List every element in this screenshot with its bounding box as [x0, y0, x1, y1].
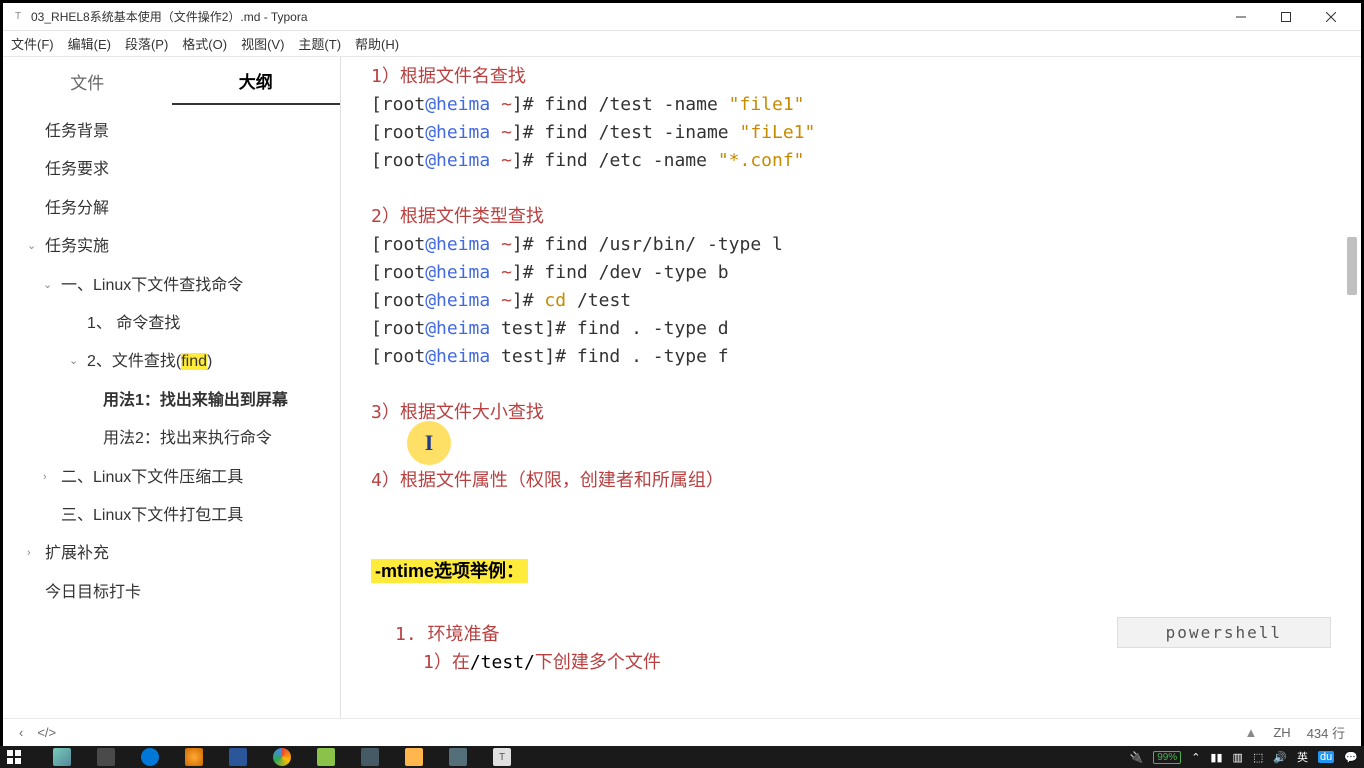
- nav-back-icon[interactable]: ‹: [19, 725, 23, 740]
- tray-icon[interactable]: ▥: [1233, 751, 1243, 764]
- taskbar-app[interactable]: [130, 748, 170, 766]
- titlebar: T 03_RHEL8系统基本使用（文件操作2）.md - Typora: [3, 3, 1361, 31]
- app-icon: T: [11, 10, 25, 24]
- taskbar-app[interactable]: T: [482, 748, 522, 766]
- taskbar: T 🔌 99% ⌃ ▮▮ ▥ ⬚ 🔊 英 du 💬: [0, 746, 1364, 768]
- scrollbar-thumb[interactable]: [1347, 237, 1357, 295]
- outline-item[interactable]: 1、 命令查找: [3, 305, 340, 343]
- tray-volume-icon[interactable]: 🔊: [1273, 751, 1287, 764]
- outline-item[interactable]: 今日目标打卡: [3, 574, 340, 612]
- code-lang-badge[interactable]: powershell: [1117, 617, 1331, 648]
- tab-file[interactable]: 文件: [3, 57, 172, 105]
- outline-item[interactable]: ⌄任务实施: [3, 228, 340, 266]
- code-toggle-icon[interactable]: </>: [37, 725, 56, 740]
- window-title: 03_RHEL8系统基本使用（文件操作2）.md - Typora: [31, 8, 1218, 25]
- taskbar-app[interactable]: [438, 748, 478, 766]
- outline-tree: 任务背景 任务要求 任务分解 ⌄任务实施 ⌄一、Linux下文件查找命令 1、 …: [3, 105, 340, 718]
- menu-file[interactable]: 文件(F): [11, 34, 54, 53]
- chevron-down-icon: ⌄: [27, 239, 36, 254]
- chevron-down-icon: ⌄: [69, 354, 78, 369]
- sidebar: 文件 大纲 任务背景 任务要求 任务分解 ⌄任务实施 ⌄一、Linux下文件查找…: [3, 57, 341, 718]
- taskbar-app[interactable]: [42, 748, 82, 766]
- outline-item[interactable]: 任务分解: [3, 190, 340, 228]
- menu-paragraph[interactable]: 段落(P): [125, 34, 168, 53]
- outline-item[interactable]: ›二、Linux下文件压缩工具: [3, 459, 340, 497]
- close-button[interactable]: [1308, 3, 1353, 31]
- outline-item[interactable]: 三、Linux下文件打包工具: [3, 497, 340, 535]
- outline-item[interactable]: 任务背景: [3, 113, 340, 151]
- taskbar-app[interactable]: [350, 748, 390, 766]
- maximize-button[interactable]: [1263, 3, 1308, 31]
- section-heading: -mtime选项举例：: [371, 559, 528, 583]
- power-icon[interactable]: 🔌: [1129, 751, 1143, 764]
- text-cursor-icon: I: [425, 429, 434, 457]
- tray-icon[interactable]: ⬚: [1253, 751, 1263, 764]
- outline-item[interactable]: 用法2：找出来执行命令: [3, 420, 340, 458]
- menubar: 文件(F) 编辑(E) 段落(P) 格式(O) 视图(V) 主题(T) 帮助(H…: [3, 31, 1361, 57]
- taskbar-app[interactable]: [394, 748, 434, 766]
- outline-item[interactable]: ⌄一、Linux下文件查找命令: [3, 267, 340, 305]
- battery-status[interactable]: 99%: [1153, 751, 1181, 764]
- outline-item[interactable]: 任务要求: [3, 151, 340, 189]
- chevron-right-icon: ›: [27, 546, 31, 561]
- tray-notifications-icon[interactable]: 💬: [1344, 751, 1358, 764]
- statusbar: ‹ </> ▲ ZH 434 行: [3, 718, 1361, 746]
- cursor-highlight: I: [407, 421, 451, 465]
- start-button[interactable]: [6, 749, 22, 765]
- taskbar-app[interactable]: [306, 748, 346, 766]
- menu-format[interactable]: 格式(O): [182, 34, 227, 53]
- menu-theme[interactable]: 主题(T): [298, 34, 341, 53]
- editor-content[interactable]: 1）根据文件名查找 [root@heima ~]# find /test -na…: [341, 57, 1361, 718]
- window-controls: [1218, 3, 1353, 31]
- status-lang: ZH: [1273, 725, 1290, 740]
- outline-item[interactable]: ›扩展补充: [3, 535, 340, 573]
- outline-item-active[interactable]: 用法1：找出来输出到屏幕: [3, 382, 340, 420]
- taskbar-app[interactable]: [174, 748, 214, 766]
- tray-icon[interactable]: ▮▮: [1210, 751, 1222, 764]
- taskbar-app[interactable]: [86, 748, 126, 766]
- tray-ime[interactable]: 英: [1297, 749, 1308, 765]
- tray-chevron-icon[interactable]: ⌃: [1191, 751, 1200, 764]
- tab-outline[interactable]: 大纲: [172, 57, 341, 105]
- warning-icon[interactable]: ▲: [1244, 725, 1257, 740]
- code-block: 1）根据文件名查找 [root@heima ~]# find /test -na…: [371, 57, 1331, 547]
- taskbar-app[interactable]: [218, 748, 258, 766]
- status-lines: 434 行: [1307, 723, 1345, 742]
- outline-item[interactable]: ⌄2、文件查找(find): [3, 343, 340, 381]
- menu-help[interactable]: 帮助(H): [355, 34, 399, 53]
- chevron-down-icon: ⌄: [43, 278, 52, 293]
- chevron-right-icon: ›: [43, 470, 47, 485]
- taskbar-app[interactable]: [262, 748, 302, 766]
- minimize-button[interactable]: [1218, 3, 1263, 31]
- menu-edit[interactable]: 编辑(E): [68, 34, 111, 53]
- tray-icon[interactable]: du: [1318, 751, 1334, 763]
- menu-view[interactable]: 视图(V): [241, 34, 284, 53]
